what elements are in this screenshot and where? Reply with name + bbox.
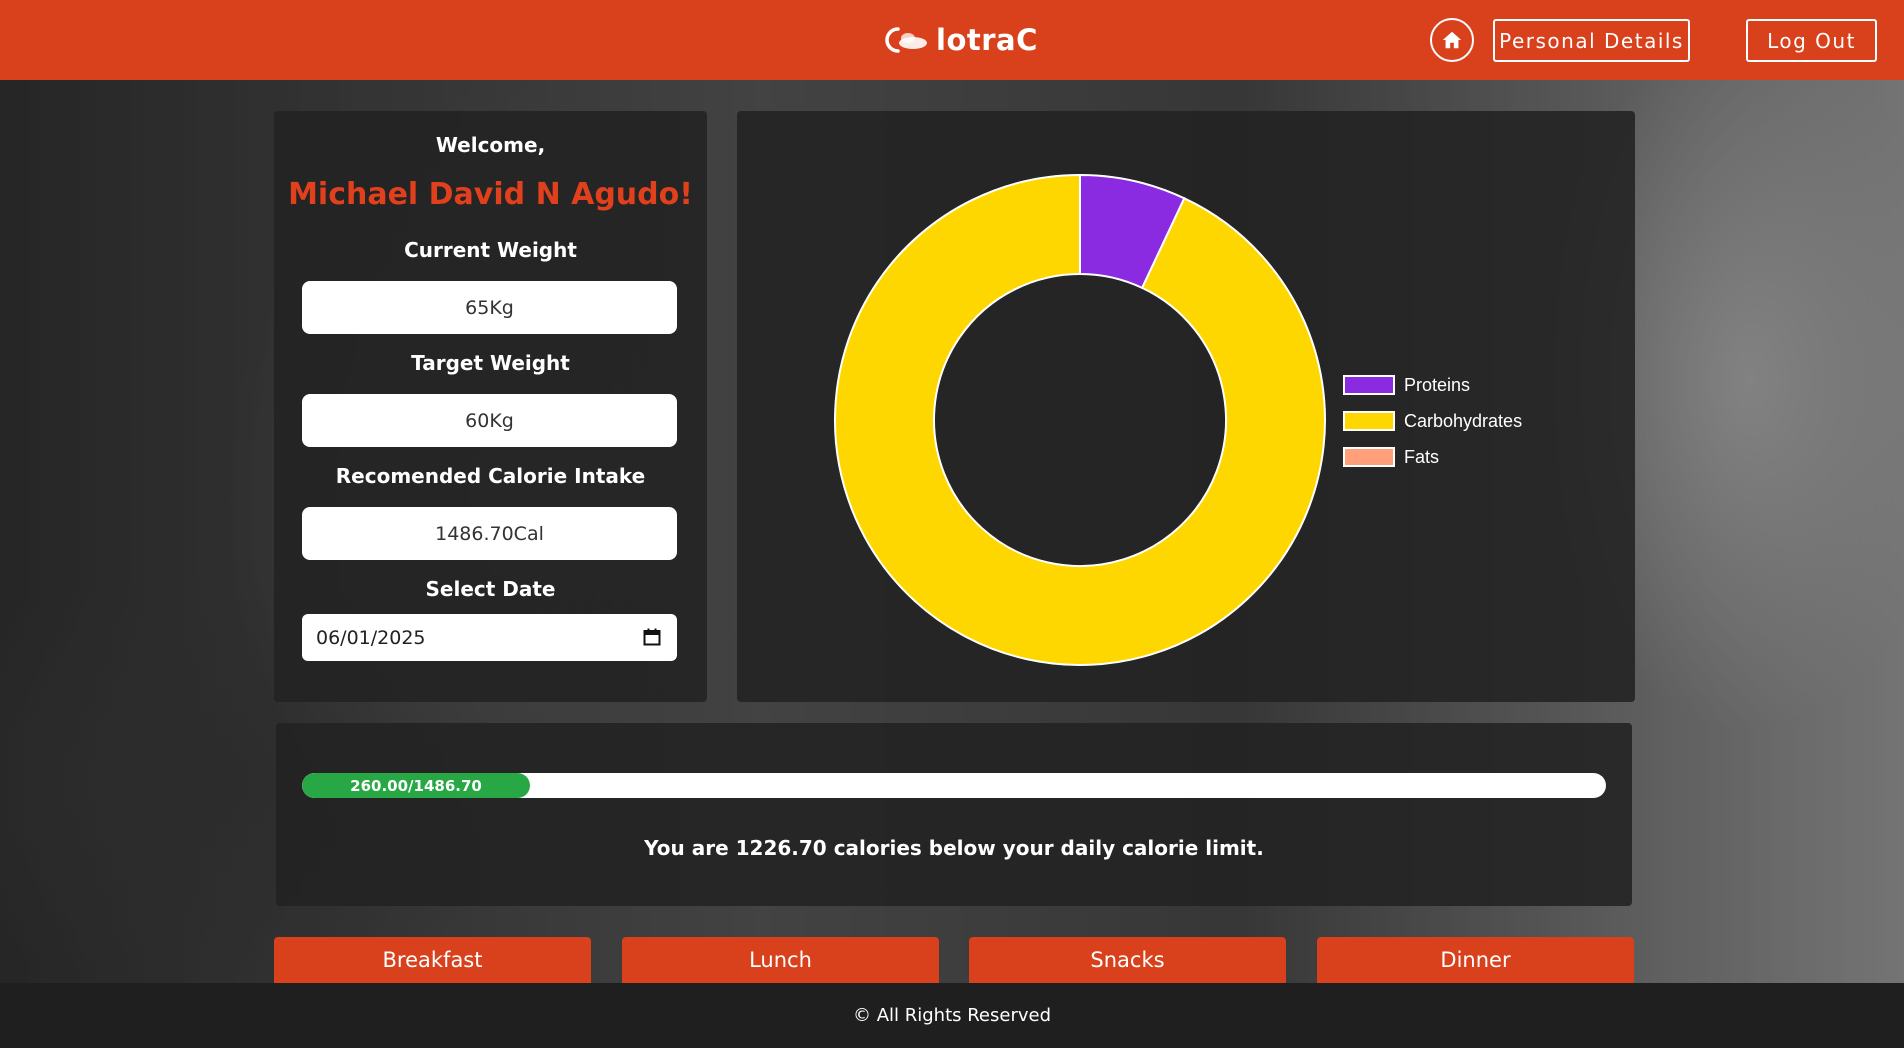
logo-icon <box>885 27 927 53</box>
select-date-label: Select Date <box>425 577 556 601</box>
lunch-button[interactable]: Lunch <box>622 937 939 983</box>
breakfast-button[interactable]: Breakfast <box>274 937 591 983</box>
legend-item-proteins[interactable]: Proteins <box>1343 367 1522 403</box>
welcome-text: Welcome, <box>435 133 546 157</box>
legend-swatch-proteins <box>1343 375 1395 395</box>
calendar-icon[interactable] <box>643 628 661 646</box>
profile-panel: Welcome, Michael David N Agudo! Current … <box>274 111 707 702</box>
home-icon <box>1442 31 1462 49</box>
calorie-intake-label: Recomended Calorie Intake <box>335 464 646 488</box>
legend-swatch-carbohydrates <box>1343 411 1395 431</box>
date-value: 06/01/2025 <box>316 626 426 649</box>
brand-name: lotraC <box>936 23 1038 57</box>
footer-text: © All Rights Reserved <box>852 1005 1052 1026</box>
top-navbar: lotraC Personal Details Log Out <box>0 0 1904 80</box>
logout-button[interactable]: Log Out <box>1746 19 1877 62</box>
legend-swatch-fats <box>1343 447 1395 467</box>
personal-details-button[interactable]: Personal Details <box>1493 19 1690 62</box>
legend-label-proteins: Proteins <box>1404 374 1471 395</box>
calorie-progress-fill: 260.00/1486.70 <box>302 773 531 798</box>
home-button[interactable] <box>1430 18 1474 62</box>
legend-label-carbohydrates: Carbohydrates <box>1404 410 1523 431</box>
date-input[interactable]: 06/01/2025 <box>302 614 677 661</box>
target-weight-field[interactable]: 60Kg <box>302 394 677 447</box>
dinner-button[interactable]: Dinner <box>1317 937 1634 983</box>
legend-item-fats[interactable]: Fats <box>1343 439 1522 475</box>
calorie-status-message: You are 1226.70 calories below your dail… <box>644 836 1264 860</box>
macro-doughnut-chart[interactable] <box>830 170 1330 670</box>
snacks-button[interactable]: Snacks <box>969 937 1286 983</box>
calorie-progress-bar: 260.00/1486.70 <box>302 773 1606 798</box>
calorie-intake-field[interactable]: 1486.70Cal <box>302 507 677 560</box>
doughnut-slice-carbohydrates[interactable] <box>834 173 1326 666</box>
current-weight-field[interactable]: 65Kg <box>302 281 677 334</box>
legend-label-fats: Fats <box>1404 446 1440 467</box>
target-weight-label: Target Weight <box>411 351 570 375</box>
footer: © All Rights Reserved <box>0 983 1904 1048</box>
legend-item-carbohydrates[interactable]: Carbohydrates <box>1343 403 1522 439</box>
calorie-progress-panel: 260.00/1486.70 You are 1226.70 calories … <box>276 723 1632 906</box>
chart-legend: Proteins Carbohydrates Fats <box>1343 367 1522 475</box>
brand-logo[interactable]: lotraC <box>880 20 1038 60</box>
current-weight-label: Current Weight <box>404 238 577 262</box>
user-name: Michael David N Agudo! <box>288 177 693 212</box>
